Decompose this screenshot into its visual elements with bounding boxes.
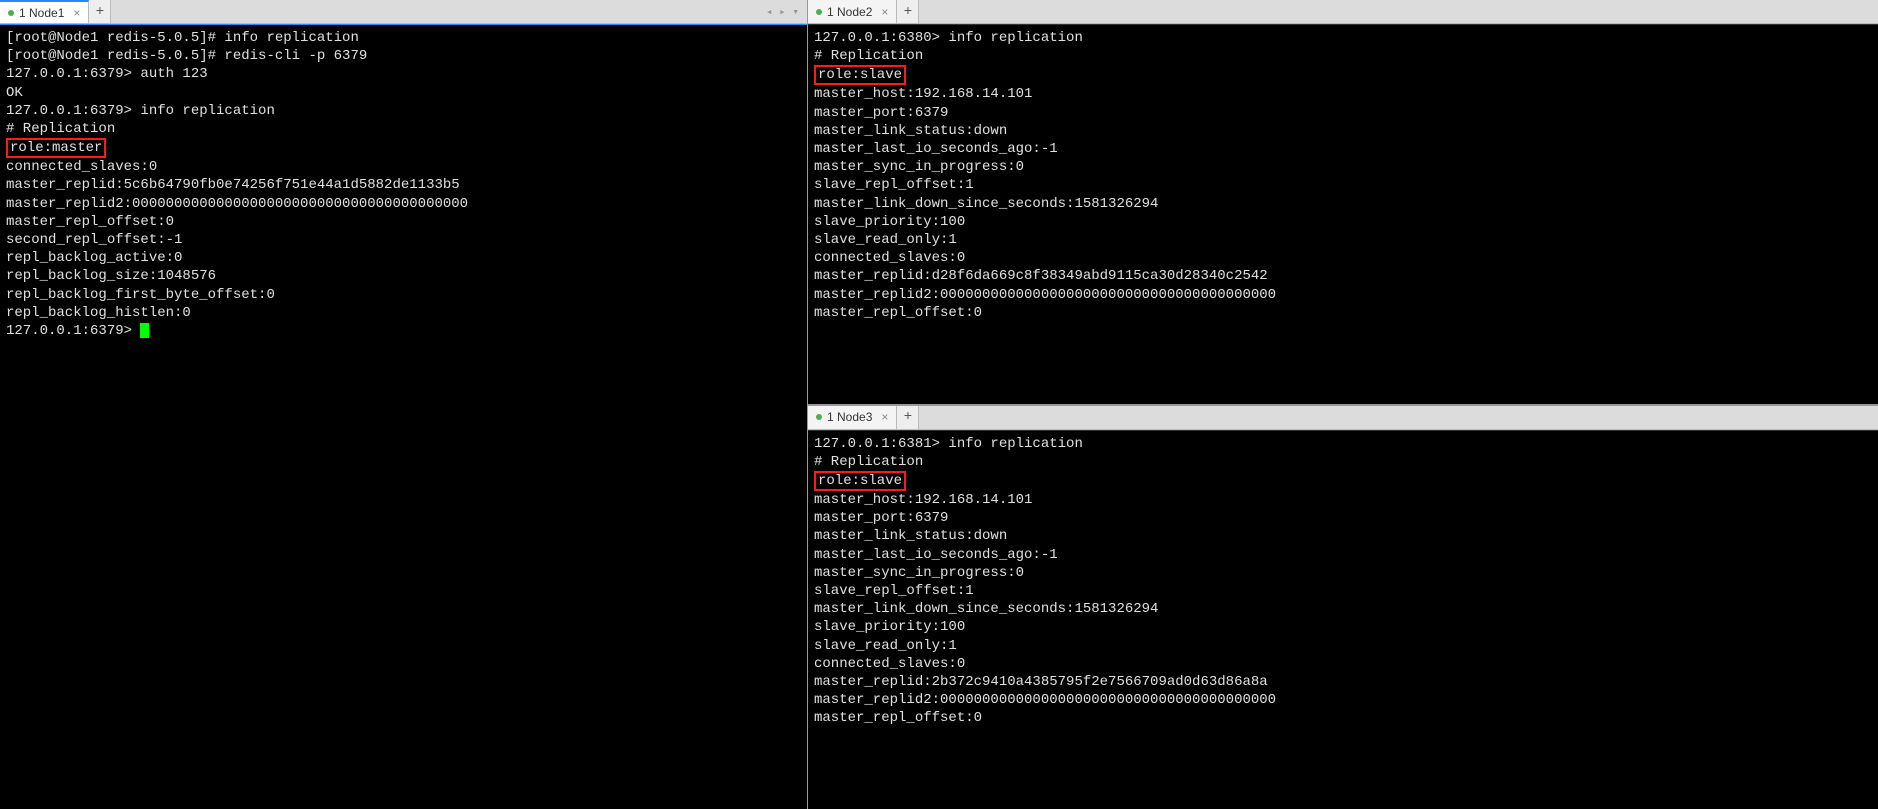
tab-node2[interactable]: 1 Node2 × — [808, 0, 897, 23]
terminal-line: master_repl_offset:0 — [814, 304, 1872, 322]
add-tab-button[interactable]: + — [89, 0, 111, 23]
terminal-line: connected_slaves:0 — [6, 158, 801, 176]
terminal-line: repl_backlog_active:0 — [6, 249, 801, 267]
tab-node1[interactable]: 1 Node1 × — [0, 0, 89, 23]
right-top-pane: 1 Node2 × + 127.0.0.1:6380> info replica… — [808, 0, 1878, 406]
terminal-line: master_replid2:0000000000000000000000000… — [814, 286, 1872, 304]
tab-nav-icons[interactable]: ◂ ▸ ▾ — [766, 0, 807, 23]
close-icon[interactable]: × — [881, 5, 888, 19]
terminal-line: master_link_status:down — [814, 527, 1872, 545]
terminal-line: master_replid:5c6b64790fb0e74256f751e44a… — [6, 176, 801, 194]
terminal-line: 127.0.0.1:6379> auth 123 — [6, 65, 801, 83]
terminal-line: master_port:6379 — [814, 509, 1872, 527]
terminal-line-highlighted: role:slave — [814, 471, 1872, 491]
add-tab-button[interactable]: + — [897, 0, 919, 23]
terminal-line: [root@Node1 redis-5.0.5]# info replicati… — [6, 29, 801, 47]
terminal-node2[interactable]: 127.0.0.1:6380> info replication# Replic… — [808, 24, 1878, 404]
terminal-line: master_last_io_seconds_ago:-1 — [814, 140, 1872, 158]
terminal-line: master_link_down_since_seconds:158132629… — [814, 600, 1872, 618]
terminal-line: master_sync_in_progress:0 — [814, 564, 1872, 582]
terminal-line: # Replication — [814, 453, 1872, 471]
terminal-line-highlighted: role:slave — [814, 65, 1872, 85]
terminal-line: [root@Node1 redis-5.0.5]# redis-cli -p 6… — [6, 47, 801, 65]
left-pane: 1 Node1 × + ◂ ▸ ▾ [root@Node1 redis-5.0.… — [0, 0, 808, 809]
terminal-line: master_repl_offset:0 — [814, 709, 1872, 727]
terminal-line: OK — [6, 84, 801, 102]
terminal-line: master_replid:d28f6da669c8f38349abd9115c… — [814, 267, 1872, 285]
tab-node3[interactable]: 1 Node3 × — [808, 406, 897, 429]
terminal-line: slave_repl_offset:1 — [814, 582, 1872, 600]
terminal-line: master_replid:2b372c9410a4385795f2e75667… — [814, 673, 1872, 691]
terminal-line: master_sync_in_progress:0 — [814, 158, 1872, 176]
terminal-line: master_port:6379 — [814, 104, 1872, 122]
terminal-line: master_link_down_since_seconds:158132629… — [814, 195, 1872, 213]
terminal-line: master_repl_offset:0 — [6, 213, 801, 231]
terminal-node1[interactable]: [root@Node1 redis-5.0.5]# info replicati… — [0, 24, 807, 809]
terminal-line: repl_backlog_first_byte_offset:0 — [6, 286, 801, 304]
terminal-prompt-line: 127.0.0.1:6379> — [6, 322, 801, 340]
terminal-line: master_link_status:down — [814, 122, 1872, 140]
right-pane: 1 Node2 × + 127.0.0.1:6380> info replica… — [808, 0, 1878, 809]
tab-label: 1 Node2 — [827, 5, 872, 19]
terminal-line: slave_priority:100 — [814, 213, 1872, 231]
terminal-line: connected_slaves:0 — [814, 655, 1872, 673]
right-bottom-pane: 1 Node3 × + 127.0.0.1:6381> info replica… — [808, 406, 1878, 809]
terminal-line: master_host:192.168.14.101 — [814, 85, 1872, 103]
terminal-line: master_host:192.168.14.101 — [814, 491, 1872, 509]
add-tab-button[interactable]: + — [897, 406, 919, 429]
terminal-line: slave_read_only:1 — [814, 231, 1872, 249]
terminal-line: master_replid2:0000000000000000000000000… — [814, 691, 1872, 709]
terminal-line: # Replication — [814, 47, 1872, 65]
terminal-line: slave_priority:100 — [814, 618, 1872, 636]
status-dot-icon — [816, 414, 822, 420]
terminal-line: repl_backlog_size:1048576 — [6, 267, 801, 285]
terminal-line: 127.0.0.1:6379> info replication — [6, 102, 801, 120]
terminal-line: master_replid2:0000000000000000000000000… — [6, 195, 801, 213]
tab-label: 1 Node1 — [19, 6, 64, 20]
terminal-line: slave_read_only:1 — [814, 637, 1872, 655]
terminal-line: repl_backlog_histlen:0 — [6, 304, 801, 322]
terminal-line: connected_slaves:0 — [814, 249, 1872, 267]
terminal-line: slave_repl_offset:1 — [814, 176, 1872, 194]
close-icon[interactable]: × — [73, 6, 80, 20]
terminal-line: 127.0.0.1:6381> info replication — [814, 435, 1872, 453]
tab-bar-right-bottom: 1 Node3 × + — [808, 406, 1878, 430]
terminal-line: 127.0.0.1:6380> info replication — [814, 29, 1872, 47]
terminal-line: second_repl_offset:-1 — [6, 231, 801, 249]
tab-bar-left: 1 Node1 × + ◂ ▸ ▾ — [0, 0, 807, 24]
highlight-box: role:master — [6, 138, 106, 158]
terminal-line: master_last_io_seconds_ago:-1 — [814, 546, 1872, 564]
terminal-line-highlighted: role:master — [6, 138, 801, 158]
tab-bar-right-top: 1 Node2 × + — [808, 0, 1878, 24]
tab-label: 1 Node3 — [827, 410, 872, 424]
status-dot-icon — [816, 9, 822, 15]
terminal-line: # Replication — [6, 120, 801, 138]
status-dot-icon — [8, 10, 14, 16]
cursor-icon — [140, 323, 149, 338]
terminal-node3[interactable]: 127.0.0.1:6381> info replication# Replic… — [808, 430, 1878, 809]
highlight-box: role:slave — [814, 471, 906, 491]
highlight-box: role:slave — [814, 65, 906, 85]
close-icon[interactable]: × — [881, 410, 888, 424]
